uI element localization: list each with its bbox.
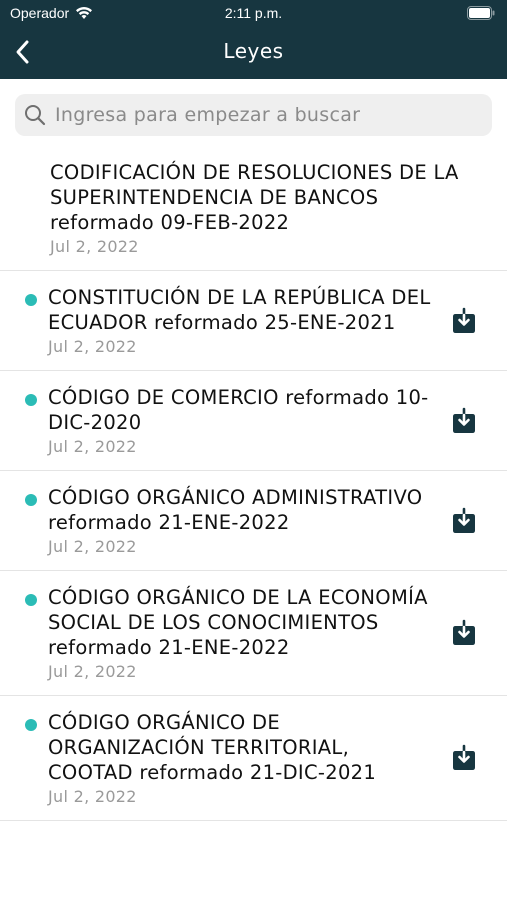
unread-dot [25, 394, 37, 406]
nav-row: Leyes [0, 30, 507, 74]
law-title: CONSTITUCIÓN DE LA REPÚBLICA DEL ECUADOR… [48, 286, 431, 334]
list-item[interactable]: CONSTITUCIÓN DE LA REPÚBLICA DEL ECUADOR… [0, 271, 507, 371]
law-title: CÓDIGO ORGÁNICO DE LA ECONOMÍA SOCIAL DE… [48, 586, 428, 659]
unread-dot [25, 294, 37, 306]
search-icon [25, 105, 46, 126]
download-icon[interactable] [451, 507, 477, 535]
law-date: Jul 2, 2022 [48, 437, 137, 456]
law-date: Jul 2, 2022 [48, 787, 137, 806]
download-icon[interactable] [451, 744, 477, 772]
battery-icon [467, 6, 495, 20]
item-content: CÓDIGO ORGÁNICO DE LA ECONOMÍA SOCIAL DE… [48, 585, 451, 681]
download-icon[interactable] [451, 619, 477, 647]
unread-dot [25, 494, 37, 506]
item-content: CÓDIGO ORGÁNICO ADMINISTRATIVO reformado… [48, 485, 451, 556]
unread-dot [25, 719, 37, 731]
search-container [0, 79, 507, 146]
list-item[interactable]: CÓDIGO ORGÁNICO ADMINISTRATIVO reformado… [0, 471, 507, 571]
law-title: CODIFICACIÓN DE RESOLUCIONES DE LA SUPER… [50, 161, 459, 234]
search-bar[interactable] [15, 94, 492, 136]
status-time: 2:11 p.m. [224, 5, 283, 21]
page-title: Leyes [223, 39, 284, 63]
law-title: CÓDIGO ORGÁNICO ADMINISTRATIVO reformado… [48, 486, 423, 534]
search-input[interactable] [53, 103, 492, 127]
item-content: CODIFICACIÓN DE RESOLUCIONES DE LA SUPER… [50, 160, 483, 256]
law-date: Jul 2, 2022 [48, 662, 137, 681]
item-content: CÓDIGO ORGÁNICO DE ORGANIZACIÓN TERRITOR… [48, 710, 451, 806]
download-icon[interactable] [451, 307, 477, 335]
law-date: Jul 2, 2022 [48, 537, 137, 556]
laws-list: CODIFICACIÓN DE RESOLUCIONES DE LA SUPER… [0, 146, 507, 821]
unread-dot [25, 594, 37, 606]
law-title: CÓDIGO ORGÁNICO DE ORGANIZACIÓN TERRITOR… [48, 711, 377, 784]
law-date: Jul 2, 2022 [50, 237, 139, 256]
item-content: CONSTITUCIÓN DE LA REPÚBLICA DEL ECUADOR… [48, 285, 451, 356]
status-bar: Operador 2:11 p.m. [0, 0, 507, 28]
list-item[interactable]: CÓDIGO ORGÁNICO DE LA ECONOMÍA SOCIAL DE… [0, 571, 507, 696]
list-item[interactable]: CODIFICACIÓN DE RESOLUCIONES DE LA SUPER… [0, 146, 507, 271]
list-item[interactable]: CÓDIGO DE COMERCIO reformado 10-DIC-2020… [0, 371, 507, 471]
item-content: CÓDIGO DE COMERCIO reformado 10-DIC-2020… [48, 385, 451, 456]
law-date: Jul 2, 2022 [48, 337, 137, 356]
list-item[interactable]: CÓDIGO ORGÁNICO DE ORGANIZACIÓN TERRITOR… [0, 696, 507, 821]
navigation-bar: Operador 2:11 p.m. Leyes [0, 0, 507, 79]
download-icon[interactable] [451, 407, 477, 435]
law-title: CÓDIGO DE COMERCIO reformado 10-DIC-2020 [48, 386, 429, 434]
